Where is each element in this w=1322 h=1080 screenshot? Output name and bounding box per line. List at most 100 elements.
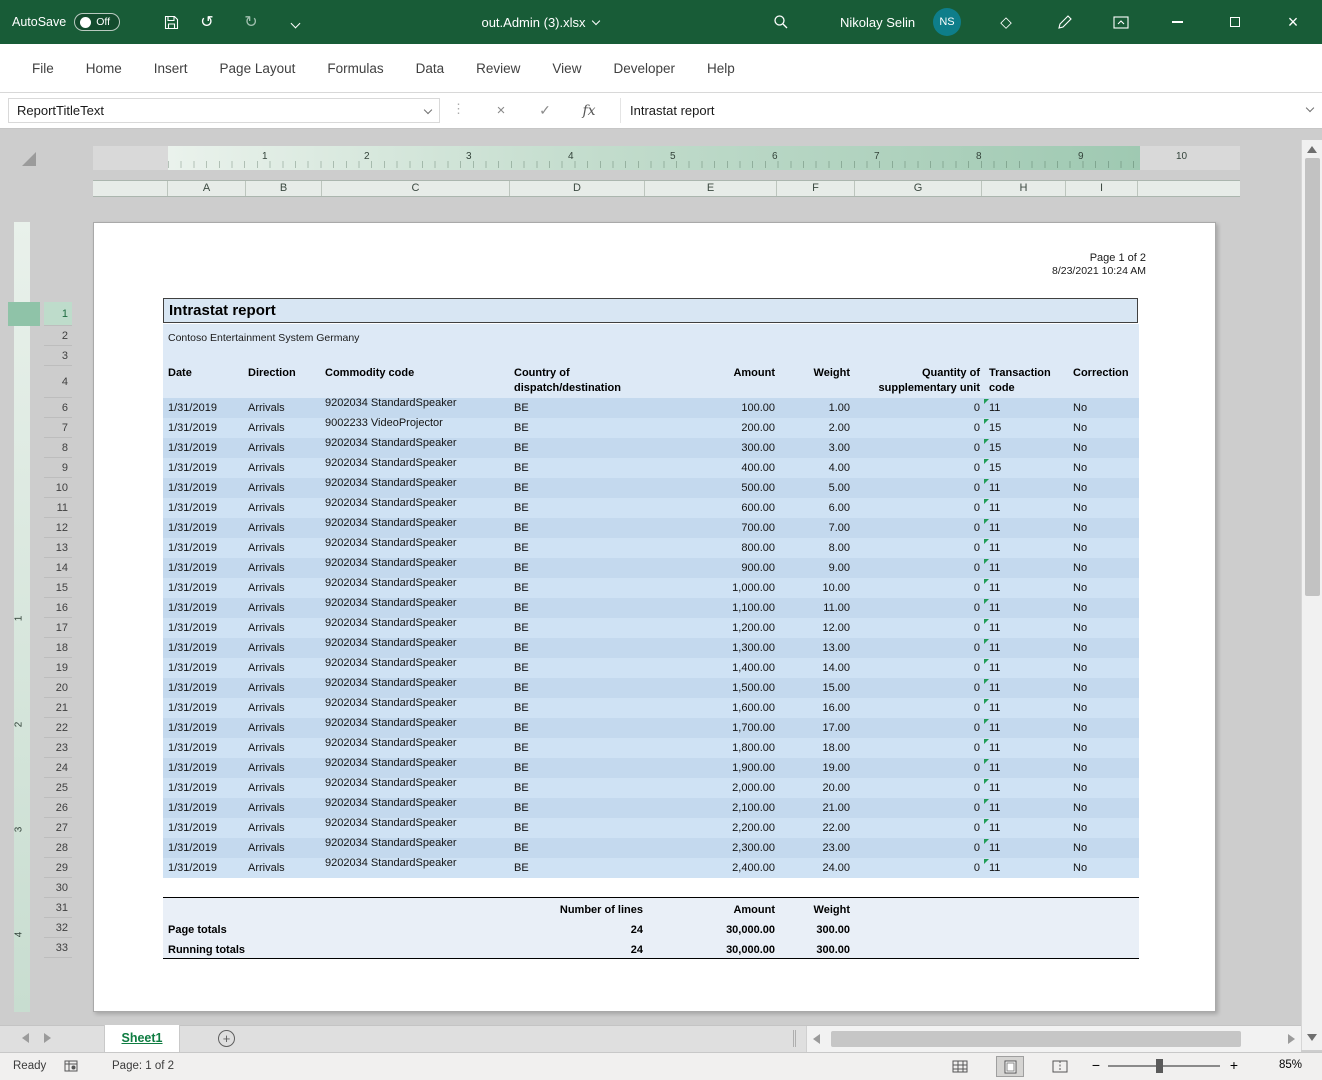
cell-quantity[interactable]: 0 — [855, 558, 982, 578]
report-row[interactable]: 1/31/2019Arrivals9202034 StandardSpeaker… — [163, 858, 1139, 878]
row-header-10[interactable]: 10 — [44, 478, 72, 498]
scrollbar-split-handle[interactable] — [793, 1030, 796, 1047]
cell-country[interactable]: BE — [513, 478, 645, 498]
column-header-g[interactable]: G — [855, 181, 982, 196]
pen-icon[interactable] — [1051, 0, 1077, 44]
cell-country[interactable]: BE — [513, 638, 645, 658]
cell-quantity[interactable]: 0 — [855, 778, 982, 798]
cell-date[interactable]: 1/31/2019 — [163, 398, 247, 418]
cell-quantity[interactable]: 0 — [855, 738, 982, 758]
cell-quantity[interactable]: 0 — [855, 438, 982, 458]
cell-amount[interactable]: 1,400.00 — [645, 658, 777, 678]
running-totals-amount[interactable]: 30,000.00 — [645, 940, 777, 960]
cell-quantity[interactable]: 0 — [855, 578, 982, 598]
cell-country[interactable]: BE — [513, 418, 645, 438]
close-button[interactable]: × — [1264, 0, 1322, 44]
header-correction[interactable]: Correction — [1066, 366, 1139, 398]
cell-country[interactable]: BE — [513, 738, 645, 758]
row-header-18[interactable]: 18 — [44, 638, 72, 658]
autosave-toggle[interactable]: Off — [74, 13, 120, 31]
report-row[interactable]: 1/31/2019Arrivals9202034 StandardSpeaker… — [163, 638, 1139, 658]
page-totals-amount[interactable]: 30,000.00 — [645, 920, 777, 940]
cell-commodity[interactable]: 9202034 StandardSpeaker — [324, 853, 513, 873]
undo-icon[interactable]: ↺ — [194, 0, 220, 44]
cell-country[interactable]: BE — [513, 598, 645, 618]
add-sheet-button[interactable]: + — [218, 1030, 235, 1047]
ribbon-tab-page-layout[interactable]: Page Layout — [204, 61, 312, 76]
minimize-button[interactable] — [1148, 0, 1206, 44]
cell-amount[interactable]: 400.00 — [645, 458, 777, 478]
header-country[interactable]: Country of dispatch/destination — [513, 366, 645, 398]
report-row[interactable]: 1/31/2019Arrivals9202034 StandardSpeaker… — [163, 618, 1139, 638]
cell-commodity[interactable]: 9202034 StandardSpeaker — [324, 593, 513, 613]
ribbon-tab-developer[interactable]: Developer — [597, 61, 691, 76]
cell-correction[interactable]: No — [1066, 778, 1139, 798]
cell-date[interactable]: 1/31/2019 — [163, 818, 247, 838]
vertical-scrollbar-thumb[interactable] — [1305, 158, 1320, 596]
ribbon-tab-review[interactable]: Review — [460, 61, 536, 76]
report-subtitle-cell[interactable]: Contoso Entertainment System Germany — [168, 332, 359, 344]
cell-commodity[interactable]: 9202034 StandardSpeaker — [324, 813, 513, 833]
window-title[interactable]: out.Admin (3).xlsx — [430, 0, 650, 44]
cell-quantity[interactable]: 0 — [855, 718, 982, 738]
cell-amount[interactable]: 600.00 — [645, 498, 777, 518]
cell-commodity[interactable]: 9002233 VideoProjector — [324, 413, 513, 433]
report-row[interactable]: 1/31/2019Arrivals9202034 StandardSpeaker… — [163, 758, 1139, 778]
row-header-4[interactable]: 4 — [44, 366, 72, 398]
cell-commodity[interactable]: 9202034 StandardSpeaker — [324, 433, 513, 453]
cell-amount[interactable]: 1,200.00 — [645, 618, 777, 638]
row-header-12[interactable]: 12 — [44, 518, 72, 538]
cell-weight[interactable]: 16.00 — [777, 698, 855, 718]
cell-direction[interactable]: Arrivals — [247, 658, 324, 678]
cell-commodity[interactable]: 9202034 StandardSpeaker — [324, 633, 513, 653]
cell-quantity[interactable]: 0 — [855, 538, 982, 558]
name-box-dropdown-icon[interactable] — [424, 106, 432, 114]
row-header-13[interactable]: 13 — [44, 538, 72, 558]
cell-transaction[interactable]: 11 — [982, 758, 1066, 778]
report-row[interactable]: 1/31/2019Arrivals9202034 StandardSpeaker… — [163, 498, 1139, 518]
cell-correction[interactable]: No — [1066, 858, 1139, 878]
maximize-button[interactable] — [1206, 0, 1264, 44]
ribbon-tab-file[interactable]: File — [16, 61, 70, 76]
ribbon-tab-formulas[interactable]: Formulas — [311, 61, 399, 76]
report-title-cell[interactable]: Intrastat report — [163, 298, 1138, 323]
formula-bar-expand-icon[interactable] — [1306, 104, 1314, 112]
cell-transaction[interactable]: 11 — [982, 518, 1066, 538]
row-header-3[interactable]: 3 — [44, 346, 72, 366]
cancel-icon[interactable]: × — [488, 98, 514, 123]
cell-commodity[interactable]: 9202034 StandardSpeaker — [324, 733, 513, 753]
cell-transaction[interactable]: 11 — [982, 698, 1066, 718]
ribbon-display-options-icon[interactable] — [1108, 0, 1134, 44]
cell-direction[interactable]: Arrivals — [247, 538, 324, 558]
row-header-29[interactable]: 29 — [44, 858, 72, 878]
cell-direction[interactable]: Arrivals — [247, 818, 324, 838]
totals-header-row[interactable]: Number of lines Amount Weight — [163, 900, 1139, 920]
cell-weight[interactable]: 5.00 — [777, 478, 855, 498]
cell-correction[interactable]: No — [1066, 818, 1139, 838]
cell-country[interactable]: BE — [513, 458, 645, 478]
cell-country[interactable]: BE — [513, 818, 645, 838]
column-header-b[interactable]: B — [246, 181, 322, 196]
cell-direction[interactable]: Arrivals — [247, 738, 324, 758]
cell-quantity[interactable]: 0 — [855, 638, 982, 658]
cell-country[interactable]: BE — [513, 618, 645, 638]
cell-direction[interactable]: Arrivals — [247, 498, 324, 518]
cell-transaction[interactable]: 11 — [982, 558, 1066, 578]
cell-commodity[interactable]: 9202034 StandardSpeaker — [324, 673, 513, 693]
report-row[interactable]: 1/31/2019Arrivals9202034 StandardSpeaker… — [163, 818, 1139, 838]
row-header-11[interactable]: 11 — [44, 498, 72, 518]
cell-date[interactable]: 1/31/2019 — [163, 858, 247, 878]
cell-date[interactable]: 1/31/2019 — [163, 598, 247, 618]
zoom-slider-thumb[interactable] — [1156, 1059, 1163, 1073]
column-header-e[interactable]: E — [645, 181, 777, 196]
cell-direction[interactable]: Arrivals — [247, 478, 324, 498]
cell-date[interactable]: 1/31/2019 — [163, 718, 247, 738]
cell-weight[interactable]: 21.00 — [777, 798, 855, 818]
cell-amount[interactable]: 1,300.00 — [645, 638, 777, 658]
cell-direction[interactable]: Arrivals — [247, 518, 324, 538]
report-row[interactable]: 1/31/2019Arrivals9202034 StandardSpeaker… — [163, 678, 1139, 698]
cell-amount[interactable]: 1,900.00 — [645, 758, 777, 778]
cell-correction[interactable]: No — [1066, 418, 1139, 438]
cell-correction[interactable]: No — [1066, 798, 1139, 818]
cell-transaction[interactable]: 11 — [982, 598, 1066, 618]
